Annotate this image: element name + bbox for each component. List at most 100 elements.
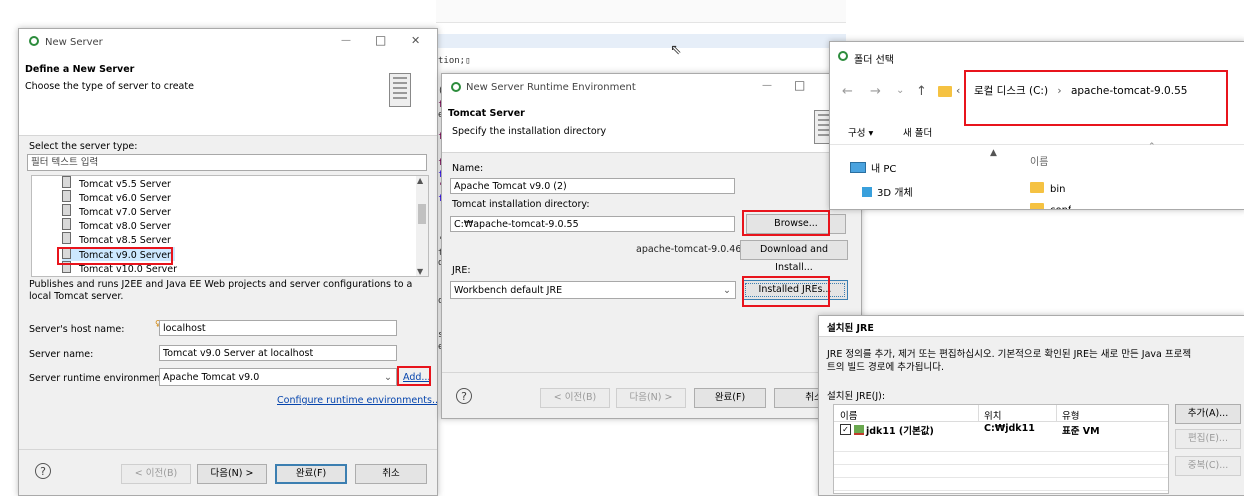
jre-select[interactable]: Workbench default JRE ⌄ [450, 281, 736, 299]
scroll-up-icon[interactable]: ▲ [417, 176, 423, 185]
maximize-button[interactable]: □ [794, 78, 805, 92]
address-bar[interactable]: 로컬 디스크 (C:) › apache-tomcat-9.0.55 [974, 82, 1244, 100]
runtime-name-input[interactable]: Apache Tomcat v9.0 (2) [450, 178, 735, 194]
dialog-header: 설치된 JRE [819, 316, 1244, 337]
header-title: Define a New Server [25, 64, 135, 75]
add-runtime-link[interactable]: Add... [403, 372, 430, 383]
server-banner-icon [389, 73, 411, 107]
download-install-button[interactable]: Download and Install... [740, 240, 848, 273]
host-label: Server's host name: [29, 324, 125, 335]
history-dropdown-icon[interactable]: ⌄ [896, 85, 904, 96]
server-icon [62, 232, 71, 244]
install-dir-label: Tomcat installation directory: [452, 199, 590, 210]
table-gridline [834, 478, 1168, 491]
chevron-down-icon: ⌄ [723, 285, 731, 296]
configure-runtimes-link[interactable]: Configure runtime environments... [277, 395, 437, 406]
finish-button[interactable]: 완료(F) [275, 464, 347, 484]
file-item[interactable]: bin [1030, 182, 1065, 195]
code-line: tion;▯ [438, 56, 471, 66]
tree-item[interactable]: Tomcat v7.0 Server [62, 204, 171, 218]
window-title: New Server [45, 37, 103, 48]
table-gridline [834, 452, 1168, 465]
minimize-button[interactable]: — [341, 35, 351, 46]
up-arrow-icon[interactable]: ↑ [916, 84, 927, 99]
next-button[interactable]: 다음(N) > [616, 388, 686, 408]
nav-pane-item[interactable]: 3D 개체 [862, 184, 913, 199]
server-name-input[interactable]: Tomcat v9.0 Server at localhost [159, 345, 397, 361]
eclipse-icon [451, 82, 461, 92]
runtime-label: Server runtime environment: [29, 373, 168, 384]
cube-icon [862, 187, 872, 197]
tree-item[interactable]: Tomcat v10.0 Server [62, 261, 177, 275]
nav-pane-item[interactable]: 내 PC [850, 160, 896, 175]
file-item[interactable]: conf [1030, 203, 1071, 209]
scroll-down-icon[interactable]: ▼ [417, 267, 423, 276]
header-title: 설치된 JRE [827, 323, 874, 334]
breadcrumb-leaf[interactable]: apache-tomcat-9.0.55 [1071, 85, 1188, 97]
scroll-thumb[interactable] [418, 204, 426, 224]
tree-scrollbar[interactable]: ▲ ▼ [416, 176, 428, 276]
back-button[interactable]: < 이전(B) [121, 464, 191, 484]
browse-button[interactable]: Browse... [746, 214, 846, 234]
new-folder-button[interactable]: 새 폴더 [903, 125, 932, 139]
host-input[interactable]: localhost [159, 320, 397, 336]
folder-icon [938, 86, 952, 99]
duplicate-jre-button[interactable]: 중복(C)... [1175, 456, 1241, 476]
close-button[interactable]: ✕ [411, 34, 420, 47]
sort-chevron-icon: ⌃ [1148, 142, 1156, 152]
eclipse-icon [838, 51, 848, 61]
table-row[interactable]: ✓ jdk11 (기본값) C:₩jdk11 표준 VM [834, 423, 1168, 437]
server-icon [62, 204, 71, 216]
organize-button[interactable]: 구성 ▾ [848, 125, 873, 139]
help-icon[interactable]: ? [35, 463, 51, 479]
finish-button[interactable]: 완료(F) [694, 388, 766, 408]
add-jre-button[interactable]: 추가(A)... [1175, 404, 1241, 424]
installed-jres-window: 설치된 JRE JRE 정의를 추가, 제거 또는 편집하십시오. 기본적으로 … [818, 315, 1244, 496]
column-header[interactable]: 이름 [840, 408, 857, 422]
install-dir-input[interactable]: C:₩apache-tomcat-9.0.55 [450, 216, 735, 232]
detected-version: apache-tomcat-9.0.46 [636, 244, 742, 255]
jre-table[interactable]: 이름 위치 유형 ✓ jdk11 (기본값) C:₩jdk11 표준 VM [833, 404, 1169, 494]
forward-arrow-icon[interactable]: → [870, 84, 881, 99]
tree-item[interactable]: Tomcat v8.5 Server [62, 232, 171, 246]
runtime-select[interactable]: Apache Tomcat v9.0 ⌄ [159, 368, 397, 386]
folder-icon [1030, 203, 1044, 209]
back-button[interactable]: < 이전(B) [540, 388, 610, 408]
window-title: New Server Runtime Environment [466, 82, 636, 93]
name-label: Name: [452, 163, 484, 174]
title-bar: New Server Runtime Environment — □ [442, 74, 861, 100]
back-arrow-icon[interactable]: ← [842, 84, 853, 99]
checkbox-checked[interactable]: ✓ [840, 424, 851, 435]
cancel-button[interactable]: 취소 [355, 464, 427, 484]
editor-highlight-line [436, 34, 846, 48]
mouse-cursor-icon: ⇖ [670, 42, 682, 58]
select-type-label: Select the server type: [29, 141, 138, 152]
help-icon[interactable]: ? [456, 388, 472, 404]
jre-location-cell: C:₩jdk11 [984, 423, 1035, 434]
server-icon [62, 261, 71, 273]
tree-item-selected[interactable]: Tomcat v9.0 Server [62, 247, 175, 261]
table-header: 이름 위치 유형 [834, 405, 1168, 422]
new-server-dialog: New Server — □ ✕ Define a New Server Cho… [18, 28, 438, 496]
window-title: 폴더 선택 [854, 55, 894, 66]
next-button[interactable]: 다음(N) > [197, 464, 267, 484]
server-icon [62, 190, 71, 202]
title-bar: New Server — □ ✕ [19, 29, 437, 57]
column-header-name[interactable]: 이름 [1030, 153, 1048, 168]
filter-input[interactable]: 필터 텍스트 입력 [27, 154, 427, 171]
edit-jre-button[interactable]: 편집(E)... [1175, 429, 1241, 449]
tree-item[interactable]: Tomcat v8.0 Server [62, 218, 171, 232]
column-header[interactable]: 유형 [1062, 408, 1079, 422]
pc-icon [850, 162, 866, 173]
minimize-button[interactable]: — [762, 80, 772, 91]
tree-item[interactable]: Tomcat v5.5 Server [62, 176, 171, 190]
eclipse-icon [29, 36, 39, 46]
installed-jres-button[interactable]: Installed JREs... [742, 280, 848, 300]
nav-scroll-up-icon[interactable]: ▲ [990, 148, 997, 158]
breadcrumb-root[interactable]: 로컬 디스크 (C:) [974, 85, 1048, 97]
tree-item[interactable]: Tomcat v6.0 Server [62, 190, 171, 204]
column-header[interactable]: 위치 [984, 408, 1001, 422]
server-type-tree[interactable]: Tomcat v5.5 Server Tomcat v6.0 Server To… [31, 175, 429, 277]
maximize-button[interactable]: □ [375, 33, 386, 47]
breadcrumb-chevron: ‹ [956, 84, 961, 97]
